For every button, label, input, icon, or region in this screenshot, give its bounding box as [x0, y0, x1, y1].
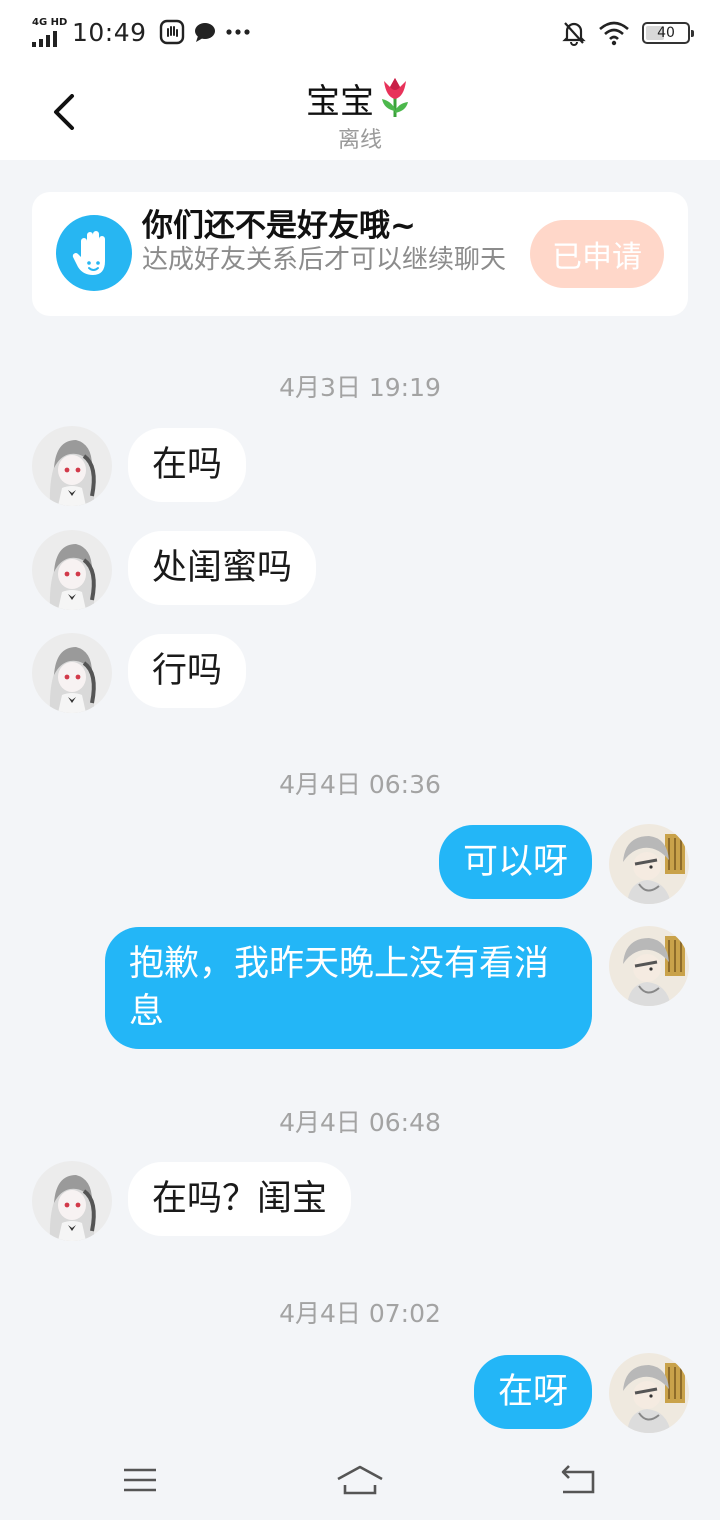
- friend-card-title: 你们还不是好友哦~: [142, 208, 416, 244]
- menu-button[interactable]: [110, 1458, 170, 1502]
- home-icon: [337, 1465, 383, 1495]
- hand-wave-icon: [56, 215, 132, 291]
- message-bubble-incoming[interactable]: 处闺蜜吗: [128, 531, 317, 605]
- signal-icon: [32, 31, 57, 47]
- message-bubble-outgoing[interactable]: 抱歉，我昨天晚上没有看消息: [105, 927, 592, 1049]
- tulip-emoji-icon: [382, 78, 408, 117]
- contact-status: 离线: [337, 128, 382, 153]
- more-dots-icon: [225, 29, 250, 35]
- message-bubble-incoming[interactable]: 在吗？闺宝: [128, 1162, 352, 1236]
- avatar-contact[interactable]: [32, 530, 112, 610]
- avatar-contact[interactable]: [32, 633, 112, 713]
- system-nav-bar: [0, 1440, 720, 1520]
- home-button[interactable]: [330, 1458, 390, 1502]
- timestamp: 4月4日 06:48: [279, 1108, 441, 1137]
- timestamp: 4月3日 19:19: [279, 373, 441, 402]
- avatar-self[interactable]: [609, 1353, 689, 1433]
- clock: 10:49: [72, 17, 147, 47]
- status-bar: 4G HD 10:49 40: [0, 0, 720, 64]
- battery-icon: 40: [642, 22, 694, 44]
- wifi-icon: [599, 21, 629, 46]
- bell-off-icon: [562, 22, 586, 46]
- menu-icon: [124, 1468, 156, 1492]
- back-nav-button[interactable]: [549, 1458, 609, 1502]
- timestamp: 4月4日 06:36: [279, 770, 441, 799]
- network-indicator: 4G HD: [30, 17, 68, 47]
- friend-card-description: 达成好友关系后才可以继续聊天: [142, 245, 507, 275]
- chat-bubble-icon: [194, 23, 215, 42]
- avatar-contact[interactable]: [32, 426, 112, 506]
- contact-name: 宝宝: [306, 82, 374, 122]
- message-bubble-incoming[interactable]: 行吗: [128, 634, 247, 708]
- battery-level: 40: [657, 25, 675, 41]
- hand-notification-icon: [159, 19, 184, 45]
- avatar-contact[interactable]: [32, 1161, 112, 1241]
- timestamp: 4月4日 07:02: [279, 1299, 441, 1328]
- message-bubble-incoming[interactable]: 在吗: [128, 428, 247, 502]
- message-bubble-outgoing[interactable]: 在呀: [473, 1355, 592, 1429]
- avatar-self[interactable]: [609, 926, 689, 1006]
- chat-title[interactable]: 宝宝: [0, 74, 720, 123]
- message-bubble-outgoing[interactable]: 可以呀: [438, 825, 592, 899]
- network-label: 4G HD: [32, 17, 68, 28]
- friend-request-card: 你们还不是好友哦~ 达成好友关系后才可以继续聊天 已申请: [32, 192, 688, 316]
- applied-button[interactable]: 已申请: [530, 220, 664, 288]
- avatar-self[interactable]: [609, 824, 689, 904]
- chat-header: 宝宝 离线: [0, 64, 720, 160]
- back-icon: [561, 1465, 595, 1494]
